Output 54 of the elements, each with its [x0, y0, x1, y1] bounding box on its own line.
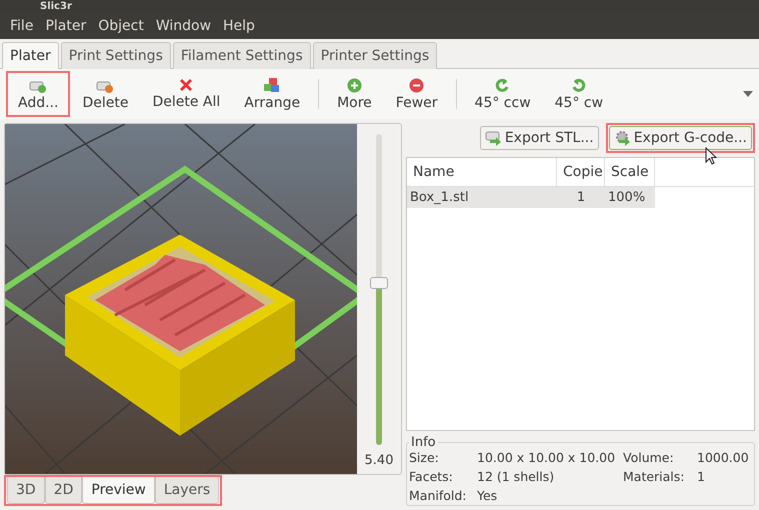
- info-label: Size:: [409, 450, 440, 465]
- toolbar-button[interactable]: Delete All: [140, 71, 232, 117]
- rotate-left-icon: [495, 78, 510, 92]
- view-tab[interactable]: Preview: [82, 477, 155, 504]
- export-button[interactable]: Export STL...: [480, 126, 599, 150]
- tab[interactable]: Filament Settings: [172, 42, 311, 69]
- table-cell-text: 1: [576, 189, 586, 207]
- menu-item[interactable]: Help: [217, 18, 261, 34]
- toolbar-button[interactable]: Arrange: [232, 71, 312, 117]
- table-cell-text: 100%: [607, 189, 646, 207]
- info-value: 10.00 x 10.00 x 10.00: [477, 450, 616, 465]
- table-cell-text: Box_1.stl: [409, 189, 470, 207]
- view-tab[interactable]: Layers: [154, 477, 220, 504]
- layer-height-reading: 5.40: [364, 453, 394, 468]
- export-button[interactable]: Export G-code...: [608, 126, 752, 150]
- info-value: 1: [697, 469, 706, 484]
- cubes-icon: [263, 77, 282, 93]
- table-row[interactable]: Box_1.stl 1 100%: [407, 187, 655, 208]
- cross-icon: [179, 78, 194, 92]
- toolbar-button[interactable]: Delete: [70, 71, 140, 117]
- column-header[interactable]: Copie: [557, 158, 605, 186]
- menu-item[interactable]: Window: [150, 18, 218, 34]
- menu-item[interactable]: File: [4, 18, 40, 34]
- menu-item[interactable]: Object: [92, 18, 150, 34]
- plus-circle-icon: [346, 78, 362, 92]
- rotate-right-icon: [571, 78, 586, 92]
- view-tab[interactable]: 3D: [7, 477, 45, 504]
- column-header[interactable]: Scale: [605, 158, 655, 186]
- tab[interactable]: Printer Settings: [312, 42, 438, 69]
- column-header[interactable]: Name: [407, 158, 557, 186]
- toolbar-button[interactable]: Add...: [6, 71, 70, 117]
- toolbar-button[interactable]: More: [325, 71, 384, 117]
- tab[interactable]: Print Settings: [60, 42, 171, 69]
- info-value: Yes: [477, 488, 498, 503]
- window-title: Slic3r: [40, 2, 72, 12]
- info-title: Info: [410, 435, 437, 450]
- brick-export-icon: [484, 130, 503, 146]
- info-value: 12 (1 shells): [477, 469, 556, 484]
- tab[interactable]: Plater: [2, 42, 59, 69]
- info-label: Materials:: [623, 469, 686, 484]
- layer-slider[interactable]: [369, 134, 389, 445]
- toolbar-button[interactable]: Fewer: [384, 71, 450, 117]
- info-label: Manifold:: [409, 488, 468, 503]
- toolbar-button[interactable]: 45° cw: [542, 71, 616, 117]
- gear-export-icon: [614, 130, 632, 146]
- toolbar-button[interactable]: 45° ccw: [462, 71, 543, 117]
- info-label: Facets:: [409, 469, 454, 484]
- info-label: Volume:: [623, 450, 675, 465]
- menu-item[interactable]: Plater: [39, 18, 92, 34]
- overflow-caret-icon[interactable]: [743, 91, 753, 97]
- view-tab[interactable]: 2D: [44, 477, 82, 504]
- info-value: 1000.00: [697, 450, 750, 465]
- slider-thumb[interactable]: [370, 277, 388, 290]
- minus-circle-icon: [409, 78, 424, 92]
